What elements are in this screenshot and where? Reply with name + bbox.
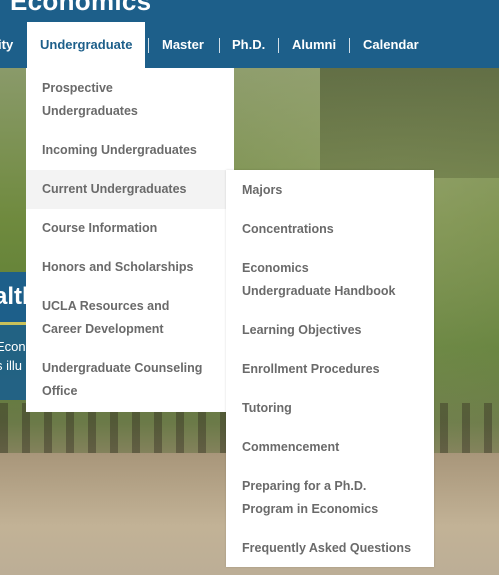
nav-item-phd[interactable]: Ph.D. — [232, 22, 265, 68]
submenu-item-concentrations[interactable]: Concentrations — [226, 218, 434, 241]
site-title[interactable]: Economics — [10, 0, 151, 17]
undergraduate-dropdown-menu: Prospective Undergraduates Incoming Unde… — [26, 68, 234, 412]
nav-item-master[interactable]: Master — [162, 22, 204, 68]
submenu-item-majors[interactable]: Majors — [226, 179, 434, 202]
menu-item-honors-and-scholarships[interactable]: Honors and Scholarships — [26, 256, 234, 279]
main-nav: ity Undergraduate Master Ph.D. Alumni Ca… — [0, 22, 499, 68]
submenu-item-tutoring[interactable]: Tutoring — [226, 397, 434, 420]
nav-separator — [148, 38, 149, 53]
menu-item-prospective-undergraduates[interactable]: Prospective Undergraduates — [26, 77, 226, 123]
submenu-item-learning-objectives[interactable]: Learning Objectives — [226, 319, 434, 342]
nav-separator — [278, 38, 279, 53]
hero-trees — [320, 68, 499, 178]
nav-separator — [349, 38, 350, 53]
menu-item-ucla-resources-career-development[interactable]: UCLA Resources and Career Development — [26, 295, 216, 341]
nav-item-alumni[interactable]: Alumni — [292, 22, 336, 68]
current-undergraduates-submenu: Majors Concentrations Economics Undergra… — [226, 170, 434, 567]
menu-item-course-information[interactable]: Course Information — [26, 217, 234, 240]
menu-item-incoming-undergraduates[interactable]: Incoming Undergraduates — [26, 139, 234, 162]
nav-separator — [219, 38, 220, 53]
submenu-item-enrollment-procedures[interactable]: Enrollment Procedures — [226, 358, 434, 381]
nav-item-faculty[interactable]: ity — [0, 22, 13, 68]
submenu-item-economics-undergraduate-handbook[interactable]: Economics Undergraduate Handbook — [226, 257, 416, 303]
menu-item-undergraduate-counseling-office[interactable]: Undergraduate Counseling Office — [26, 357, 226, 403]
site-header: Economics ity Undergraduate Master Ph.D.… — [0, 0, 499, 68]
menu-item-current-undergraduates[interactable]: Current Undergraduates — [26, 170, 234, 209]
nav-item-undergraduate[interactable]: Undergraduate — [27, 22, 146, 68]
nav-item-calendar[interactable]: Calendar — [363, 22, 419, 68]
submenu-item-faq[interactable]: Frequently Asked Questions — [226, 537, 434, 560]
submenu-item-commencement[interactable]: Commencement — [226, 436, 434, 459]
submenu-item-preparing-for-phd[interactable]: Preparing for a Ph.D. Program in Economi… — [226, 475, 406, 521]
